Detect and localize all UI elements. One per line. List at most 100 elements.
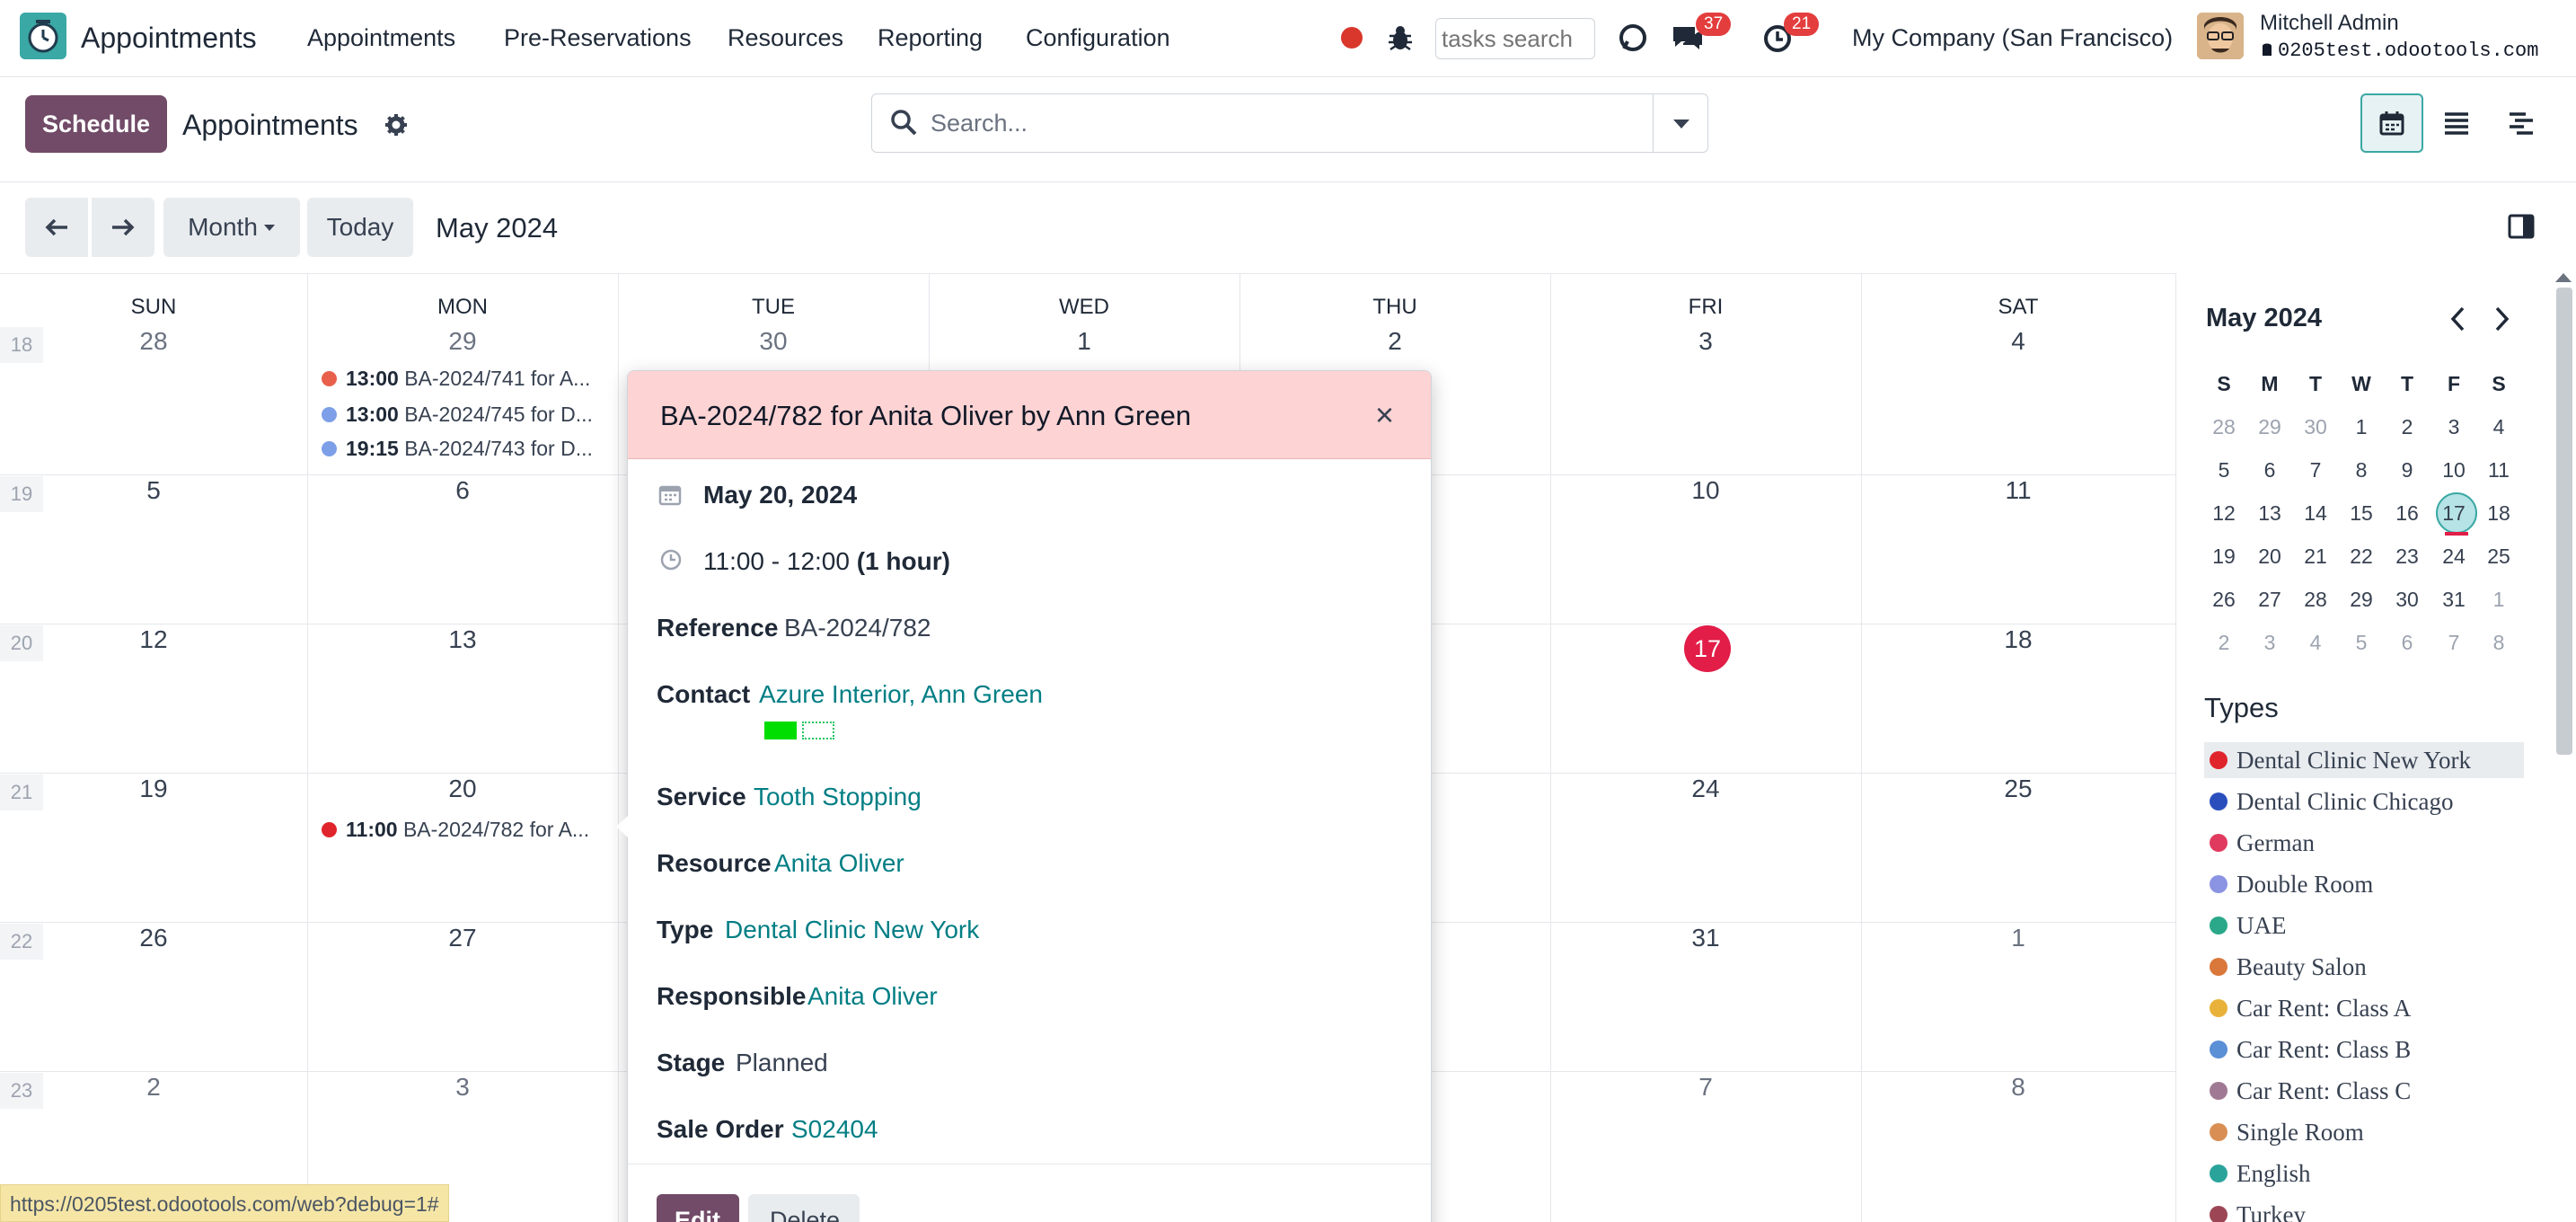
sidebar-scrollbar[interactable] <box>2556 288 2572 755</box>
search-icon[interactable] <box>889 108 918 137</box>
mini-calendar-day[interactable]: 29 <box>2343 588 2379 612</box>
calendar-event[interactable]: 19:15 BA-2024/743 for D... <box>322 437 593 461</box>
mini-calendar-day[interactable]: 17 <box>2436 501 2472 526</box>
mini-calendar-day[interactable]: 5 <box>2343 631 2379 655</box>
day-number[interactable]: 18 <box>1982 625 2054 654</box>
type-filter-item[interactable]: Single Room <box>2204 1114 2524 1150</box>
mini-calendar-day[interactable]: 8 <box>2343 458 2379 483</box>
week-number[interactable]: 20 <box>0 625 43 661</box>
gantt-view-button[interactable] <box>2490 93 2553 153</box>
menu-reporting[interactable]: Reporting <box>878 24 983 52</box>
week-number[interactable]: 23 <box>0 1073 43 1109</box>
mini-calendar-day[interactable]: 15 <box>2343 501 2379 526</box>
day-number[interactable]: 3 <box>1670 327 1742 356</box>
scroll-up-icon[interactable] <box>2555 273 2572 282</box>
day-number[interactable]: 20 <box>427 775 498 803</box>
today-marker[interactable]: 17 <box>1684 625 1731 672</box>
mini-calendar-day[interactable]: 5 <box>2206 458 2242 483</box>
list-view-button[interactable] <box>2425 93 2488 153</box>
mini-calendar-day[interactable]: 21 <box>2298 545 2333 569</box>
day-number[interactable]: 10 <box>1670 476 1742 505</box>
scale-dropdown[interactable]: Month <box>163 198 300 257</box>
mini-calendar-day[interactable]: 12 <box>2206 501 2242 526</box>
type-filter-item[interactable]: Car Rent: Class A <box>2204 990 2524 1026</box>
mini-calendar-day[interactable]: 6 <box>2252 458 2288 483</box>
type-filter-item[interactable]: UAE <box>2204 908 2524 943</box>
mini-calendar-day[interactable]: 19 <box>2206 545 2242 569</box>
menu-appointments[interactable]: Appointments <box>307 24 455 52</box>
mini-calendar-day[interactable]: 20 <box>2252 545 2288 569</box>
week-number[interactable]: 21 <box>0 775 43 810</box>
type-filter-item[interactable]: Dental Clinic Chicago <box>2204 784 2524 819</box>
week-number[interactable]: 19 <box>0 476 43 512</box>
mini-calendar-day[interactable]: 3 <box>2436 415 2472 439</box>
day-number[interactable]: 2 <box>118 1073 190 1102</box>
type-filter-item[interactable]: Car Rent: Class B <box>2204 1032 2524 1067</box>
mini-calendar-day[interactable]: 10 <box>2436 458 2472 483</box>
mini-calendar-day[interactable]: 4 <box>2481 415 2517 439</box>
toggle-sidebar-icon[interactable] <box>2508 214 2535 239</box>
responsible-link[interactable]: Anita Oliver <box>807 982 938 1011</box>
mini-calendar-day[interactable]: 28 <box>2298 588 2333 612</box>
menu-resources[interactable]: Resources <box>728 24 843 52</box>
user-name[interactable]: Mitchell Admin <box>2260 11 2399 36</box>
day-number[interactable]: 6 <box>427 476 498 505</box>
mini-calendar-day[interactable]: 3 <box>2252 631 2288 655</box>
day-number[interactable]: 7 <box>1670 1073 1742 1102</box>
day-number[interactable]: 13 <box>427 625 498 654</box>
calendar-view-button[interactable] <box>2360 93 2423 153</box>
sale-order-link[interactable]: S02404 <box>791 1115 878 1144</box>
service-link[interactable]: Tooth Stopping <box>754 783 922 811</box>
day-number[interactable]: 2 <box>1359 327 1431 356</box>
search-options-toggle[interactable] <box>1653 93 1708 153</box>
day-number[interactable]: 27 <box>427 924 498 952</box>
type-filter-item[interactable]: German <box>2204 825 2524 861</box>
mini-calendar-day[interactable]: 2 <box>2206 631 2242 655</box>
delete-button[interactable]: Delete <box>748 1194 860 1222</box>
mini-calendar-day[interactable]: 29 <box>2252 415 2288 439</box>
day-number[interactable]: 5 <box>118 476 190 505</box>
appointments-app-icon[interactable] <box>20 13 66 59</box>
mini-calendar-day[interactable]: 30 <box>2298 415 2333 439</box>
type-link[interactable]: Dental Clinic New York <box>725 916 979 944</box>
close-button[interactable]: × <box>1375 396 1394 434</box>
bug-icon[interactable] <box>1387 23 1414 52</box>
mini-calendar-day[interactable]: 4 <box>2298 631 2333 655</box>
company-switcher[interactable]: My Company (San Francisco) <box>1852 24 2173 52</box>
mini-calendar-day[interactable]: 7 <box>2436 631 2472 655</box>
day-number[interactable]: 1 <box>1048 327 1120 356</box>
app-name[interactable]: Appointments <box>81 22 257 55</box>
next-button[interactable] <box>92 198 154 257</box>
contact-link[interactable]: Azure Interior, Ann Green <box>759 680 1043 709</box>
tasks-search-input[interactable] <box>1435 18 1595 59</box>
day-number[interactable]: 12 <box>118 625 190 654</box>
discuss-icon[interactable] <box>1617 22 1649 54</box>
mini-calendar-day[interactable]: 16 <box>2389 501 2425 526</box>
type-filter-item[interactable]: Turkey <box>2204 1197 2524 1222</box>
day-number[interactable]: 4 <box>1982 327 2054 356</box>
mini-calendar-day[interactable]: 22 <box>2343 545 2379 569</box>
mini-calendar-day[interactable]: 31 <box>2436 588 2472 612</box>
menu-configuration[interactable]: Configuration <box>1026 24 1170 52</box>
day-number[interactable]: 8 <box>1982 1073 2054 1102</box>
day-number[interactable]: 30 <box>737 327 809 356</box>
gear-icon[interactable] <box>384 113 408 137</box>
type-filter-item[interactable]: Beauty Salon <box>2204 949 2524 985</box>
mini-calendar-day[interactable]: 24 <box>2436 545 2472 569</box>
previous-button[interactable] <box>25 198 88 257</box>
day-number[interactable]: 1 <box>1982 924 2054 952</box>
resource-link[interactable]: Anita Oliver <box>774 849 904 878</box>
day-number[interactable]: 3 <box>427 1073 498 1102</box>
mini-calendar-day[interactable]: 23 <box>2389 545 2425 569</box>
mini-next-icon[interactable] <box>2492 306 2511 332</box>
type-filter-item[interactable]: Dental Clinic New York <box>2204 742 2524 778</box>
mini-calendar-day[interactable]: 1 <box>2343 415 2379 439</box>
week-number[interactable]: 22 <box>0 924 43 960</box>
mini-calendar-day[interactable]: 25 <box>2481 545 2517 569</box>
type-filter-item[interactable]: Double Room <box>2204 866 2524 902</box>
day-number[interactable]: 11 <box>1982 476 2054 505</box>
calendar-event[interactable]: 13:00 BA-2024/745 for D... <box>322 403 593 427</box>
search-input[interactable]: Search... <box>931 110 1028 137</box>
type-filter-item[interactable]: English <box>2204 1156 2524 1191</box>
mini-calendar-day[interactable]: 7 <box>2298 458 2333 483</box>
